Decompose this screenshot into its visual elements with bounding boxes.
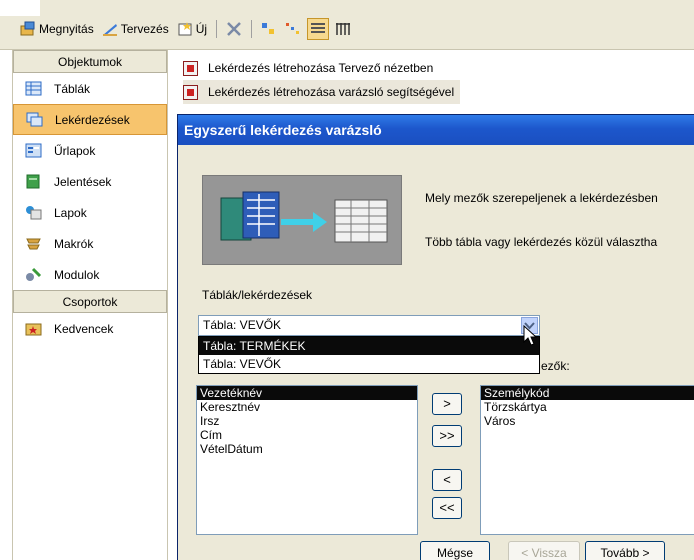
add-all-fields-button[interactable]: >> xyxy=(432,425,462,447)
dropdown-option[interactable]: Tábla: TERMÉKEK xyxy=(199,337,539,355)
available-fields-listbox[interactable]: Vezetéknév Keresztnév Irsz Cím VételDátu… xyxy=(196,385,418,535)
large-icons-icon xyxy=(262,23,275,34)
question-text-2: Több tábla vagy lekérdezés közül választ… xyxy=(425,235,658,249)
sidebar-item-label: Kedvencek xyxy=(54,321,114,336)
groups-header[interactable]: Csoportok xyxy=(13,290,167,313)
sidebar-item-favorites[interactable]: Kedvencek xyxy=(13,313,167,344)
combobox-value: Tábla: VEVŐK xyxy=(203,318,282,332)
small-icons-icon xyxy=(286,23,300,34)
list-item[interactable]: Irsz xyxy=(197,414,417,428)
back-button[interactable]: < Vissza xyxy=(508,541,580,560)
sidebar-item-macros[interactable]: Makrók xyxy=(13,228,167,259)
list-item[interactable]: Cím xyxy=(197,428,417,442)
list-item[interactable]: Törzskártya xyxy=(481,400,694,414)
details-view-icon xyxy=(336,23,351,35)
sidebar-item-label: Űrlapok xyxy=(54,143,96,158)
remove-all-fields-button[interactable]: << xyxy=(432,497,462,519)
sidebar-item-label: Lapok xyxy=(54,205,87,220)
tables-queries-label: Táblák/lekérdezések xyxy=(202,288,313,302)
selected-fields-listbox[interactable]: Személykód Törzskártya Város xyxy=(480,385,694,535)
dropdown-option[interactable]: Tábla: VEVŐK xyxy=(199,355,539,373)
simple-query-wizard-dialog: Egyszerű lekérdezés varázsló Mely mezők … xyxy=(177,114,694,560)
wizard-icon xyxy=(183,84,198,100)
sidebar-item-tables[interactable]: Táblák xyxy=(13,73,167,104)
open-button[interactable]: Megnyitás xyxy=(18,18,96,40)
design-icon xyxy=(102,24,117,36)
sidebar-item-reports[interactable]: Jelentések xyxy=(13,166,167,197)
form-icon xyxy=(25,143,42,158)
sidebar-item-label: Modulok xyxy=(54,267,100,282)
objects-header[interactable]: Objektumok xyxy=(13,50,167,73)
corner-mask xyxy=(0,0,40,16)
open-label: Megnyitás xyxy=(39,22,94,36)
list-item[interactable]: Személykód xyxy=(481,386,694,400)
tables-dropdown-list: Tábla: TERMÉKEK Tábla: VEVŐK xyxy=(198,336,540,374)
dialog-body: Mely mezők szerepeljenek a lekérdezésben… xyxy=(178,145,694,560)
list-view-button[interactable] xyxy=(307,18,330,40)
list-item-wizard[interactable]: Lekérdezés létrehozása varázsló segítség… xyxy=(183,80,461,104)
toolbar-separator xyxy=(216,20,218,38)
list-item-design-view[interactable]: Lekérdezés létrehozása Tervező nézetben xyxy=(183,56,433,80)
objects-sidebar: Objektumok Táblák Lekérdezések Űrlapok J… xyxy=(12,50,168,560)
dialog-title: Egyszerű lekérdezés varázsló xyxy=(178,115,694,145)
new-icon xyxy=(178,22,192,36)
add-field-button[interactable]: > xyxy=(432,393,462,415)
delete-icon xyxy=(227,22,241,36)
list-item-label: Lekérdezés létrehozása Tervező nézetben xyxy=(208,61,434,75)
wizard-illustration xyxy=(202,175,402,265)
macro-icon xyxy=(26,238,41,250)
new-button[interactable]: Új xyxy=(175,18,209,40)
design-button[interactable]: Tervezés xyxy=(100,18,171,40)
selected-fields-label: ezők: xyxy=(541,359,570,373)
small-icons-button[interactable] xyxy=(283,18,303,40)
toolbar-row: Megnyitás Tervezés Új xyxy=(18,17,353,41)
page-icon xyxy=(26,206,42,220)
module-icon xyxy=(26,267,42,281)
table-icon xyxy=(25,81,42,96)
tables-queries-combobox[interactable]: Tábla: VEVŐK xyxy=(198,315,540,336)
list-item[interactable]: Vezetéknév xyxy=(197,386,417,400)
large-icons-button[interactable] xyxy=(259,18,279,40)
sidebar-item-label: Makrók xyxy=(54,236,94,251)
list-item[interactable]: VételDátum xyxy=(197,442,417,456)
sidebar-item-modules[interactable]: Modulok xyxy=(13,259,167,290)
open-icon xyxy=(20,21,35,36)
sidebar-item-queries[interactable]: Lekérdezések xyxy=(13,104,167,135)
question-text-1: Mely mezők szerepeljenek a lekérdezésben xyxy=(425,191,658,205)
query-list: Lekérdezés létrehozása Tervező nézetben … xyxy=(169,50,694,110)
design-label: Tervezés xyxy=(120,22,169,36)
wizard-icon xyxy=(183,60,198,76)
table-transfer-icon xyxy=(220,191,388,243)
list-item[interactable]: Keresztnév xyxy=(197,400,417,414)
cancel-button[interactable]: Mégse xyxy=(420,541,490,560)
remove-field-button[interactable]: < xyxy=(432,469,462,491)
report-icon xyxy=(26,174,40,189)
delete-button[interactable] xyxy=(224,18,244,40)
favorites-folder-icon xyxy=(25,323,42,336)
sidebar-item-label: Jelentések xyxy=(54,174,112,189)
new-label: Új xyxy=(195,22,208,36)
sidebar-item-label: Lekérdezések xyxy=(55,112,130,127)
details-view-button[interactable] xyxy=(333,18,353,40)
sidebar-item-pages[interactable]: Lapok xyxy=(13,197,167,228)
sidebar-item-label: Táblák xyxy=(54,81,91,96)
next-button[interactable]: Tovább > xyxy=(585,541,665,560)
sidebar-item-forms[interactable]: Űrlapok xyxy=(13,135,167,166)
list-item[interactable]: Város xyxy=(481,414,694,428)
list-item-label: Lekérdezés létrehozása varázsló segítség… xyxy=(208,85,455,99)
toolbar-separator xyxy=(251,20,253,38)
toolbar: Megnyitás Tervezés Új xyxy=(0,0,694,50)
query-icon xyxy=(26,112,43,127)
mouse-cursor-icon xyxy=(523,325,538,346)
list-view-icon xyxy=(311,23,326,33)
